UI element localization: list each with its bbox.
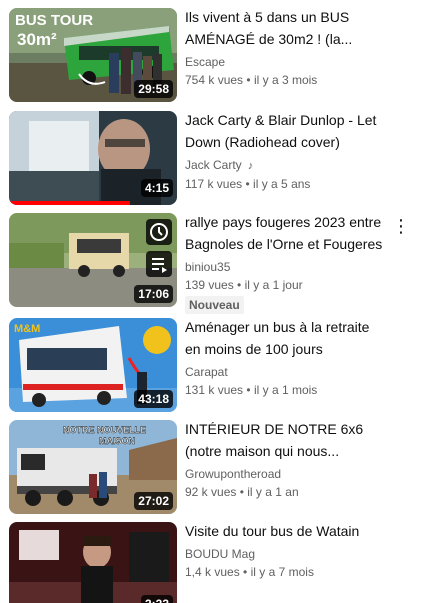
- video-thumbnail[interactable]: BUS TOUR 30m² 29:58: [9, 8, 177, 102]
- upload-age: il y a 1 jour: [244, 278, 303, 292]
- upload-age: il y a 1 mois: [253, 383, 318, 397]
- video-meta: 139 vues • il y a 1 jour: [185, 276, 385, 294]
- title-line: AMÉNAGÉ de 30m2 ! (la...: [185, 31, 353, 47]
- separator: •: [246, 383, 251, 397]
- view-count: 754 k vues: [185, 73, 244, 87]
- video-meta: 92 k vues • il y a 1 an: [185, 483, 385, 501]
- title-line: en moins de 100 jours: [185, 341, 323, 357]
- view-count: 117 k vues: [185, 177, 243, 191]
- title-line: rallye pays fougeres 2023 entre: [185, 214, 382, 230]
- thumb-text: M&M: [14, 323, 40, 335]
- title-line: Aménager un bus à la retraite: [185, 319, 370, 335]
- video-info: INTÉRIEUR DE NOTRE 6x6 (notre maison qui …: [185, 420, 385, 501]
- video-meta: 754 k vues • il y a 3 mois: [185, 71, 385, 89]
- video-item[interactable]: 3:33 Visite du tour bus de Watain BOUDU …: [0, 522, 437, 603]
- title-line: (notre maison qui nous...: [185, 443, 340, 459]
- video-info: Aménager un bus à la retraite en moins de…: [185, 318, 385, 399]
- video-info: rallye pays fougeres 2023 entre Bagnoles …: [185, 213, 385, 314]
- separator: •: [239, 485, 244, 499]
- title-line: Jack Carty & Blair Dunlop - Let: [185, 112, 377, 128]
- duration-badge: 43:18: [134, 390, 173, 408]
- thumb-text: NOTRE NOUVELLE: [63, 425, 146, 435]
- video-list: BUS TOUR 30m² 29:58 Ils vivent à 5 dans …: [0, 0, 437, 603]
- thumb-text: 30m²: [17, 30, 57, 49]
- title-line: Bagnoles de l'Orne et Fougeres: [185, 236, 383, 252]
- video-thumbnail[interactable]: M&M 43:18: [9, 318, 177, 412]
- video-thumbnail[interactable]: 17:06: [9, 213, 177, 307]
- duration-badge: 17:06: [134, 285, 173, 303]
- watch-later-icon[interactable]: [146, 219, 172, 245]
- separator: •: [237, 278, 242, 292]
- title-line: Ils vivent à 5 dans un BUS: [185, 9, 350, 25]
- upload-age: il y a 3 mois: [253, 73, 318, 87]
- video-item[interactable]: M&M 43:18 Aménager un bus à la retraite e…: [0, 318, 437, 414]
- title-line: Visite du tour bus de Watain: [185, 523, 360, 539]
- upload-age: il y a 7 mois: [250, 565, 314, 579]
- view-count: 1,4 k vues: [185, 565, 240, 579]
- upload-age: il y a 1 an: [247, 485, 299, 499]
- video-meta: 131 k vues • il y a 1 mois: [185, 381, 385, 399]
- video-info: Ils vivent à 5 dans un BUS AMÉNAGÉ de 30m…: [185, 8, 385, 89]
- separator: •: [243, 565, 248, 579]
- channel-name[interactable]: biniou35: [185, 258, 385, 276]
- duration-badge: 4:15: [140, 179, 173, 197]
- video-thumbnail[interactable]: 4:15: [9, 111, 177, 205]
- duration-badge: 29:58: [134, 80, 173, 98]
- channel-name[interactable]: Escape: [185, 53, 385, 71]
- video-item[interactable]: NOTRE NOUVELLE MAISON 27:02 INTÉRIEUR DE…: [0, 420, 437, 516]
- video-title[interactable]: Aménager un bus à la retraite en moins de…: [185, 316, 385, 360]
- duration-badge: 3:33: [140, 595, 173, 603]
- music-note-icon: ♪: [247, 160, 254, 172]
- video-meta: 117 k vues • il y a 5 ans: [185, 175, 385, 193]
- video-thumbnail[interactable]: NOTRE NOUVELLE MAISON 27:02: [9, 420, 177, 514]
- thumb-text: MAISON: [99, 436, 135, 446]
- channel-name[interactable]: Jack Carty ♪: [185, 156, 385, 175]
- upload-age: il y a 5 ans: [253, 177, 311, 191]
- video-title[interactable]: Jack Carty & Blair Dunlop - Let Down (Rad…: [185, 109, 385, 153]
- new-badge: Nouveau: [185, 296, 244, 314]
- video-item[interactable]: 4:15 Jack Carty & Blair Dunlop - Let Down…: [0, 111, 437, 207]
- title-line: INTÉRIEUR DE NOTRE 6x6: [185, 421, 364, 437]
- video-info: Visite du tour bus de Watain BOUDU Mag 1…: [185, 522, 385, 581]
- thumb-text: BUS TOUR: [15, 12, 93, 29]
- channel-name[interactable]: Carapat: [185, 363, 385, 381]
- view-count: 92 k vues: [185, 485, 237, 499]
- title-line: Down (Radiohead cover): [185, 134, 340, 150]
- video-title[interactable]: Visite du tour bus de Watain: [185, 520, 385, 542]
- channel-label: Jack Carty: [185, 158, 242, 172]
- video-item[interactable]: BUS TOUR 30m² 29:58 Ils vivent à 5 dans …: [0, 8, 437, 104]
- separator: •: [246, 73, 251, 87]
- duration-badge: 27:02: [134, 492, 173, 510]
- view-count: 139 vues: [185, 278, 234, 292]
- separator: •: [245, 177, 250, 191]
- video-info: Jack Carty & Blair Dunlop - Let Down (Rad…: [185, 111, 385, 193]
- video-title[interactable]: rallye pays fougeres 2023 entre Bagnoles …: [185, 211, 385, 255]
- channel-name[interactable]: Growupontheroad: [185, 465, 385, 483]
- video-thumbnail[interactable]: 3:33: [9, 522, 177, 603]
- more-vert-icon[interactable]: ⋮: [392, 215, 410, 239]
- channel-name[interactable]: BOUDU Mag: [185, 545, 385, 563]
- video-item[interactable]: 17:06 rallye pays fougeres 2023 entre Bag…: [0, 213, 437, 314]
- video-title[interactable]: Ils vivent à 5 dans un BUS AMÉNAGÉ de 30m…: [185, 6, 385, 50]
- video-meta: 1,4 k vues • il y a 7 mois: [185, 563, 385, 581]
- watch-progress-bar: [9, 201, 130, 205]
- video-title[interactable]: INTÉRIEUR DE NOTRE 6x6 (notre maison qui …: [185, 418, 385, 462]
- thumbnail-image: [9, 522, 177, 603]
- view-count: 131 k vues: [185, 383, 244, 397]
- add-to-queue-icon[interactable]: [146, 251, 172, 277]
